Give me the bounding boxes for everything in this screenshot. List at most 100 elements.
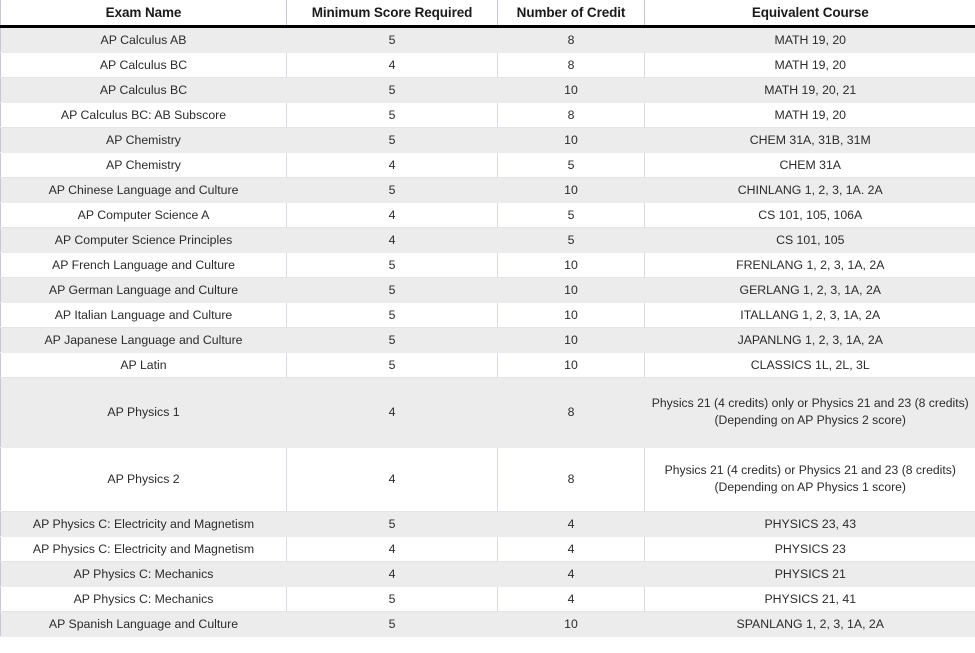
cell-minimum-score: 5 [286,127,498,153]
column-header-equivalent-course: Equivalent Course [644,0,975,28]
cell-number-of-credit: 4 [497,511,645,537]
cell-equivalent-course: CS 101, 105 [644,227,975,253]
cell-equivalent-course: ITALLANG 1, 2, 3, 1A, 2A [644,302,975,328]
cell-exam-name: AP Latin [0,352,287,378]
cell-equivalent-course: CLASSICS 1L, 2L, 3L [644,352,975,378]
cell-number-of-credit: 10 [497,127,645,153]
cell-number-of-credit: 5 [497,152,645,178]
cell-equivalent-course: CHEM 31A, 31B, 31M [644,127,975,153]
cell-equivalent-course: PHYSICS 21 [644,561,975,587]
cell-exam-name: AP Italian Language and Culture [0,302,287,328]
cell-number-of-credit: 10 [497,611,645,637]
cell-minimum-score: 4 [286,377,498,448]
cell-minimum-score: 5 [286,511,498,537]
cell-exam-name: AP Physics 1 [0,377,287,448]
cell-equivalent-course: CHEM 31A [644,152,975,178]
cell-equivalent-course: PHYSICS 21, 41 [644,586,975,612]
cell-exam-name: AP Chemistry [0,127,287,153]
cell-number-of-credit: 8 [497,102,645,128]
cell-exam-name: AP Calculus AB [0,26,287,53]
table-row: AP Calculus BC 5 10 MATH 19, 20, 21 [0,77,975,103]
cell-equivalent-course: MATH 19, 20 [644,26,975,53]
cell-equivalent-course: PHYSICS 23, 43 [644,511,975,537]
cell-minimum-score: 5 [286,352,498,378]
cell-equivalent-course: GERLANG 1, 2, 3, 1A, 2A [644,277,975,303]
cell-number-of-credit: 10 [497,177,645,203]
cell-equivalent-course: JAPANLNG 1, 2, 3, 1A, 2A [644,327,975,353]
cell-minimum-score: 5 [286,26,498,53]
table-row: AP French Language and Culture 5 10 FRENLAN… [0,252,975,278]
cell-minimum-score: 4 [286,447,498,512]
cell-equivalent-course: MATH 19, 20, 21 [644,77,975,103]
cell-number-of-credit: 4 [497,586,645,612]
table-row: AP Calculus AB 5 8 MATH 19, 20 [0,26,975,53]
cell-number-of-credit: 5 [497,202,645,228]
cell-exam-name: AP Calculus BC [0,52,287,78]
column-header-number-of-credit: Number of Credit [497,0,645,28]
table-row: AP Japanese Language and Culture 5 10 JAPAN… [0,327,975,353]
cell-minimum-score: 4 [286,536,498,562]
cell-number-of-credit: 4 [497,536,645,562]
table-row: AP Spanish Language and Culture 5 10 SPANLA… [0,611,975,637]
cell-equivalent-course: SPANLANG 1, 2, 3, 1A, 2A [644,611,975,637]
cell-number-of-credit: 8 [497,52,645,78]
cell-number-of-credit: 10 [497,327,645,353]
table-row: AP Calculus BC 4 8 MATH 19, 20 [0,52,975,78]
cell-exam-name: AP Physics C: Electricity and Magnetism [0,511,287,537]
table-row: AP German Language and Culture 5 10 GERLANG… [0,277,975,303]
cell-number-of-credit: 10 [497,77,645,103]
cell-minimum-score: 5 [286,327,498,353]
table-body: AP Calculus AB 5 8 MATH 19, 20 AP Calculus B… [0,26,975,637]
cell-exam-name: AP Calculus BC [0,77,287,103]
table-row: AP Physics C: Electricity and Magnetism 5… [0,511,975,537]
cell-number-of-credit: 8 [497,26,645,53]
table-row: AP Computer Science A 4 5 CS 101, 105, 106A [0,202,975,228]
table-row: AP Physics 1 4 8 Physics 21 (4 credits) onl… [0,377,975,448]
cell-minimum-score: 4 [286,227,498,253]
cell-exam-name: AP French Language and Culture [0,252,287,278]
cell-number-of-credit: 8 [497,447,645,512]
column-header-exam-name: Exam Name [0,0,287,28]
cell-exam-name: AP Chemistry [0,152,287,178]
table-row: AP Chemistry 5 10 CHEM 31A, 31B, 31M [0,127,975,153]
cell-minimum-score: 4 [286,202,498,228]
cell-minimum-score: 4 [286,152,498,178]
cell-equivalent-course: MATH 19, 20 [644,52,975,78]
cell-exam-name: AP Computer Science A [0,202,287,228]
cell-exam-name: AP Chinese Language and Culture [0,177,287,203]
cell-exam-name: AP Computer Science Principles [0,227,287,253]
table-header-row: Exam Name Minimum Score Required Number … [0,0,975,28]
cell-minimum-score: 4 [286,52,498,78]
cell-minimum-score: 5 [286,252,498,278]
cell-number-of-credit: 10 [497,252,645,278]
table-row: AP Physics 2 4 8 Physics 21 (4 credits) or … [0,447,975,512]
table-row: AP Latin 5 10 CLASSICS 1L, 2L, 3L [0,352,975,378]
cell-number-of-credit: 10 [497,277,645,303]
cell-equivalent-course: Physics 21 (4 credits) only or Physics 2… [644,377,975,448]
table-row: AP Chemistry 4 5 CHEM 31A [0,152,975,178]
cell-exam-name: AP Physics C: Mechanics [0,561,287,587]
cell-minimum-score: 5 [286,177,498,203]
cell-minimum-score: 5 [286,611,498,637]
table-header: Exam Name Minimum Score Required Number … [0,0,975,28]
cell-number-of-credit: 10 [497,302,645,328]
table-row: AP Computer Science Principles 4 5 CS 101, … [0,227,975,253]
table-row: AP Chinese Language and Culture 5 10 CHINLA… [0,177,975,203]
ap-credit-table: Exam Name Minimum Score Required Number … [0,0,975,637]
cell-minimum-score: 5 [286,586,498,612]
cell-minimum-score: 5 [286,302,498,328]
cell-exam-name: AP Japanese Language and Culture [0,327,287,353]
cell-number-of-credit: 5 [497,227,645,253]
cell-equivalent-course: CHINLANG 1, 2, 3, 1A. 2A [644,177,975,203]
cell-equivalent-course: FRENLANG 1, 2, 3, 1A, 2A [644,252,975,278]
cell-equivalent-course: CS 101, 105, 106A [644,202,975,228]
cell-exam-name: AP Spanish Language and Culture [0,611,287,637]
column-header-minimum-score-required: Minimum Score Required [286,0,498,28]
cell-exam-name: AP Physics 2 [0,447,287,512]
cell-minimum-score: 4 [286,561,498,587]
cell-exam-name: AP Physics C: Mechanics [0,586,287,612]
cell-number-of-credit: 4 [497,561,645,587]
cell-minimum-score: 5 [286,77,498,103]
cell-number-of-credit: 8 [497,377,645,448]
cell-equivalent-course: MATH 19, 20 [644,102,975,128]
